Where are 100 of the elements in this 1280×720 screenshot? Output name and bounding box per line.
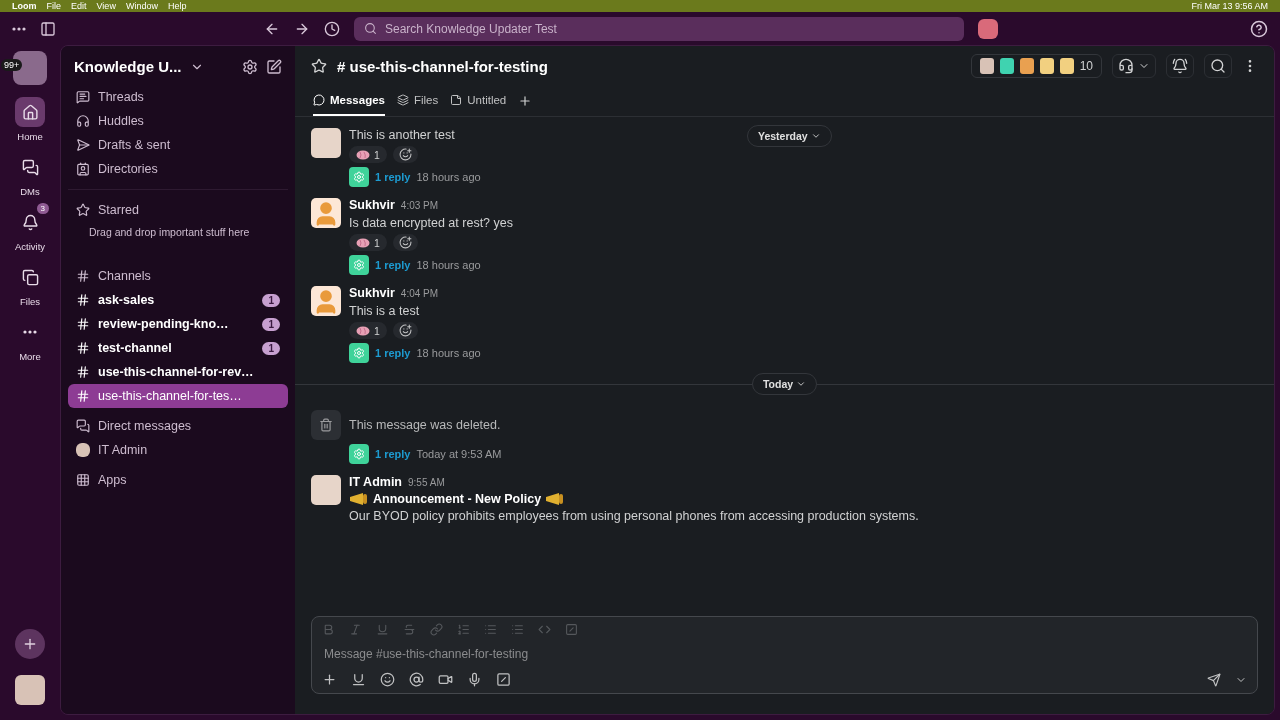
megaphone-icon: [545, 492, 566, 506]
hash-icon: [76, 317, 90, 331]
menu-item[interactable]: Help: [167, 1, 187, 11]
channel-tab[interactable]: Untitled: [450, 86, 507, 116]
files-icon: [21, 268, 39, 286]
notifications-button[interactable]: [1166, 54, 1194, 78]
dm-item[interactable]: IT Admin: [68, 438, 288, 462]
channel-item[interactable]: test-channel 1: [68, 336, 288, 360]
menu-item[interactable]: View: [96, 1, 116, 11]
reaction-button[interactable]: 1: [349, 234, 387, 251]
reply-link[interactable]: 1 reply: [375, 448, 411, 460]
settings-icon[interactable]: [242, 58, 258, 75]
note-icon: [450, 94, 463, 106]
date-pill[interactable]: Today: [751, 373, 818, 395]
chat-bubbles-icon: [76, 419, 90, 433]
app-icon: [349, 343, 369, 363]
notification-badge: 99+: [1, 59, 23, 71]
mention-icon[interactable]: [409, 672, 424, 687]
add-reaction-button[interactable]: [392, 234, 418, 251]
workspace-name[interactable]: Knowledge U...: [74, 58, 182, 75]
reply-link[interactable]: 1 reply: [375, 259, 411, 271]
search-field[interactable]: Search Knowledge Updater Test: [354, 16, 964, 41]
add-reaction-button[interactable]: [392, 322, 418, 339]
nav-item[interactable]: Threads: [68, 85, 288, 109]
window-controls-icon[interactable]: [12, 26, 26, 31]
hash-icon: [76, 389, 90, 403]
hash-icon: [76, 365, 90, 379]
reply-link[interactable]: 1 reply: [375, 347, 411, 359]
bell-icon: [21, 213, 39, 231]
add-reaction-button[interactable]: [392, 146, 418, 163]
author-name[interactable]: Sukhvir: [349, 286, 395, 300]
date-pill[interactable]: Yesterday: [747, 125, 832, 147]
menu-clock: Fri Mar 13 9:56 AM: [1191, 1, 1268, 11]
add-button[interactable]: [15, 629, 45, 659]
app-logo-icon[interactable]: [978, 18, 998, 39]
microphone-icon[interactable]: [467, 672, 482, 687]
huddle-button[interactable]: [1112, 54, 1156, 78]
author-name[interactable]: Sukhvir: [349, 198, 395, 212]
author-name[interactable]: IT Admin: [349, 475, 402, 489]
nav-item[interactable]: Directories: [68, 157, 288, 181]
user-avatar[interactable]: [15, 675, 45, 705]
message-time: 4:03 PM: [400, 200, 439, 211]
search-icon: [1210, 58, 1226, 74]
message-text: Is data encrypted at rest? yes: [349, 216, 513, 230]
reply-time: Today at 9:53 AM: [416, 448, 502, 460]
channel-title: # use-this-channel-for-testing: [337, 57, 549, 75]
nav-item[interactable]: Apps: [68, 468, 288, 492]
channel-tab[interactable]: Messages: [313, 86, 385, 116]
contact-card-icon: [76, 162, 90, 176]
unread-count: 1: [262, 341, 280, 355]
channel-tab[interactable]: Files: [397, 86, 439, 116]
history-icon[interactable]: [324, 20, 340, 37]
emoji-icon[interactable]: [380, 672, 395, 687]
rail-item[interactable]: DMs: [15, 152, 45, 197]
channel-item[interactable]: ask-sales 1: [68, 288, 288, 312]
send-icon: [76, 138, 90, 152]
channel-item[interactable]: use-this-channel-for-tes…: [68, 384, 288, 408]
send-icon[interactable]: [1207, 672, 1221, 687]
message-text: Our BYOD policy prohibits employees from using personal phones from accessing production systems.: [349, 509, 919, 523]
reply-time: 18 hours ago: [416, 259, 481, 271]
add-tab-icon[interactable]: [518, 94, 533, 108]
add-icon[interactable]: [322, 672, 337, 687]
rail-item[interactable]: Files: [15, 262, 45, 307]
video-icon[interactable]: [438, 672, 453, 687]
help-icon[interactable]: [1250, 19, 1268, 38]
search-button[interactable]: [1204, 54, 1232, 78]
notification-badge: 3: [36, 203, 49, 214]
nav-item[interactable]: Drafts & sent: [68, 133, 288, 157]
formatting-icon[interactable]: [351, 672, 366, 687]
star-icon[interactable]: [311, 58, 327, 74]
section-header[interactable]: Direct messages: [68, 414, 288, 438]
menu-item[interactable]: Edit: [71, 1, 87, 11]
reaction-button[interactable]: 1: [349, 146, 387, 163]
hash-icon: [76, 269, 90, 283]
menu-item[interactable]: File: [46, 1, 61, 11]
grid-icon: [76, 473, 90, 487]
compose-icon[interactable]: [266, 58, 282, 75]
sidebar-toggle-icon[interactable]: [40, 20, 56, 37]
reply-link[interactable]: 1 reply: [375, 171, 411, 183]
rail-item[interactable]: More: [15, 317, 45, 362]
threads-icon: [76, 90, 90, 104]
reaction-button[interactable]: 1: [349, 322, 387, 339]
members-button[interactable]: 10: [970, 54, 1102, 78]
message-text: This message was deleted.: [349, 417, 502, 434]
shortcuts-icon[interactable]: [496, 672, 511, 687]
section-header[interactable]: Starred: [68, 198, 288, 222]
chat-bubbles-icon: [21, 158, 39, 176]
channel-item[interactable]: use-this-channel-for-rev…: [68, 360, 288, 384]
channel-item[interactable]: review-pending-kno… 1: [68, 312, 288, 336]
nav-item[interactable]: Huddles: [68, 109, 288, 133]
user-avatar: [311, 286, 341, 316]
menu-app-name[interactable]: Loom: [12, 1, 37, 11]
search-icon: [364, 22, 377, 35]
menu-item[interactable]: Window: [125, 1, 158, 11]
megaphone-icon: [349, 492, 369, 506]
headphones-icon: [1118, 58, 1134, 74]
section-header[interactable]: Channels: [68, 264, 288, 288]
message-input[interactable]: Message #use-this-channel-for-testing: [322, 646, 1247, 662]
announcement-title: Announcement - New Policy: [373, 492, 542, 506]
layers-icon: [397, 94, 409, 106]
